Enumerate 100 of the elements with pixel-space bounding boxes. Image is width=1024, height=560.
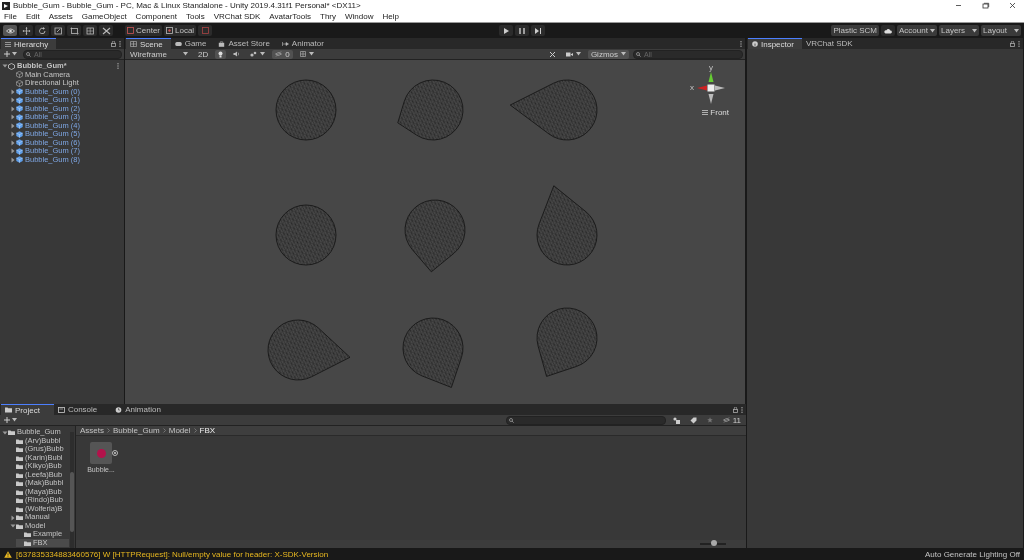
add-button[interactable] xyxy=(2,414,19,426)
panel-tab[interactable]: Animator xyxy=(277,38,332,49)
expanded-arrow-icon[interactable] xyxy=(2,63,8,70)
clock-icon xyxy=(115,406,123,413)
collapsed-arrow-icon[interactable] xyxy=(10,139,16,146)
breadcrumb-item[interactable]: Assets xyxy=(80,426,104,436)
menu-item[interactable]: Tools xyxy=(185,12,205,21)
menu-item[interactable]: Edit xyxy=(25,12,40,21)
tool-button[interactable] xyxy=(19,25,33,36)
collapsed-arrow-icon[interactable] xyxy=(10,122,16,129)
search-icon xyxy=(26,51,31,57)
menu-item[interactable]: File xyxy=(4,12,17,21)
menu-item[interactable]: VRChat SDK xyxy=(213,12,261,21)
unity-scene-icon xyxy=(8,62,15,70)
tool-button[interactable] xyxy=(51,25,65,36)
tool-button[interactable] xyxy=(99,25,113,36)
menu-item[interactable]: Component xyxy=(135,12,177,21)
collapsed-arrow-icon[interactable] xyxy=(10,114,16,121)
cloud-button[interactable] xyxy=(881,25,895,36)
panel-tab[interactable]: Animation xyxy=(111,404,175,416)
crossed-tools-icon xyxy=(101,26,111,35)
panel-tab[interactable]: Project xyxy=(1,404,54,416)
hidden-packages-toggle[interactable]: 11 xyxy=(719,415,744,425)
caret-icon xyxy=(12,418,17,423)
shapes-icon xyxy=(672,416,680,424)
cloud-icon xyxy=(884,27,892,34)
tool-button[interactable] xyxy=(83,25,97,36)
effects-icon xyxy=(250,51,258,57)
panel-tab[interactable]: Console xyxy=(53,404,112,416)
panel-tab[interactable]: Asset Store xyxy=(214,38,278,49)
collapsed-arrow-icon[interactable] xyxy=(10,148,16,155)
menu-item[interactable]: Thry xyxy=(320,12,336,21)
menu-item[interactable]: Help xyxy=(382,12,399,21)
caret-icon xyxy=(12,52,17,56)
star-icon xyxy=(706,417,713,424)
tool-button[interactable] xyxy=(67,25,81,36)
play-icon xyxy=(501,26,510,35)
status-message[interactable]: [637835334883460576] W [HTTPRequest]: Null/empty value for header: X-SDK-Version xyxy=(16,549,921,559)
panel-tab[interactable]: Game xyxy=(170,38,215,49)
add-button[interactable] xyxy=(2,48,19,60)
crossed-tools-icon xyxy=(548,50,556,58)
dropdown-button[interactable]: Layout xyxy=(981,25,1021,36)
restore-icon[interactable] xyxy=(980,2,990,9)
search-field[interactable] xyxy=(505,415,666,425)
lighting-status[interactable]: Auto Generate Lighting Off xyxy=(924,549,1020,559)
wireframe-mesh xyxy=(275,79,337,141)
expanded-arrow-icon[interactable] xyxy=(10,523,16,530)
panel-tab[interactable]: Inspector xyxy=(748,38,802,49)
panel-tab[interactable]: VRChat SDK xyxy=(801,38,861,49)
collapsed-arrow-icon[interactable] xyxy=(10,156,16,163)
wireframe-mesh xyxy=(275,204,337,266)
lighting-toggle[interactable] xyxy=(215,49,227,59)
hidden-objects-toggle[interactable]: 0 xyxy=(272,49,293,59)
breadcrumb-item[interactable]: Model xyxy=(168,426,191,436)
menu-item[interactable]: AvatarTools xyxy=(269,12,311,21)
menu-item[interactable]: Assets xyxy=(48,12,73,21)
pivot-button[interactable]: Center xyxy=(125,25,162,36)
view-label[interactable]: Front xyxy=(710,108,729,117)
search-icon xyxy=(636,51,641,57)
eye-slash-icon xyxy=(722,417,730,424)
plastic-scm-button[interactable]: Plastic SCM xyxy=(831,25,879,36)
caret-icon xyxy=(308,52,314,56)
grid-snap-icon xyxy=(201,27,209,34)
plus-icon xyxy=(4,417,10,424)
playback-button[interactable] xyxy=(530,25,545,36)
collapsed-arrow-icon[interactable] xyxy=(10,88,16,95)
close-icon[interactable] xyxy=(1007,2,1017,9)
expand-circle-icon[interactable] xyxy=(112,450,118,457)
console-icon xyxy=(57,406,65,413)
asset-thumbnail[interactable] xyxy=(90,442,112,465)
caret-icon xyxy=(183,52,188,56)
dropdown-button[interactable]: Account xyxy=(897,25,937,36)
tool-button[interactable] xyxy=(3,25,17,36)
collapsed-arrow-icon[interactable] xyxy=(10,131,16,138)
collapsed-arrow-icon[interactable] xyxy=(10,105,16,112)
breadcrumb-item[interactable]: Bubble_Gum xyxy=(113,426,160,436)
breadcrumb-item[interactable]: FBX xyxy=(199,426,216,436)
lock-icon xyxy=(1010,40,1015,47)
dropdown-button[interactable]: Layers xyxy=(939,25,979,36)
rotate-icon xyxy=(37,26,47,35)
wireframe-mesh xyxy=(397,79,464,141)
collapsed-arrow-icon[interactable] xyxy=(10,97,16,104)
minimize-icon[interactable] xyxy=(953,2,963,9)
space-button[interactable]: Local xyxy=(164,25,197,36)
gizmos-dropdown[interactable]: Gizmos xyxy=(587,49,629,59)
lock-icon xyxy=(111,40,116,47)
panel-tab[interactable]: Scene xyxy=(126,38,171,49)
menu-item[interactable]: GameObject xyxy=(81,12,127,21)
playback-button[interactable] xyxy=(498,25,513,36)
expanded-arrow-icon[interactable] xyxy=(2,429,8,436)
caret-icon xyxy=(260,52,266,56)
2d-toggle[interactable]: 2D xyxy=(195,49,212,59)
playback-button[interactable] xyxy=(514,25,529,36)
grid-snap-button[interactable] xyxy=(198,25,213,36)
draw-mode-dropdown[interactable]: Wireframe xyxy=(127,49,191,59)
collapsed-arrow-icon[interactable] xyxy=(10,514,16,521)
tool-button[interactable] xyxy=(35,25,49,36)
menu-item[interactable]: Window xyxy=(345,12,374,21)
move-arrows-icon xyxy=(21,26,31,35)
grid-icon xyxy=(130,41,137,47)
